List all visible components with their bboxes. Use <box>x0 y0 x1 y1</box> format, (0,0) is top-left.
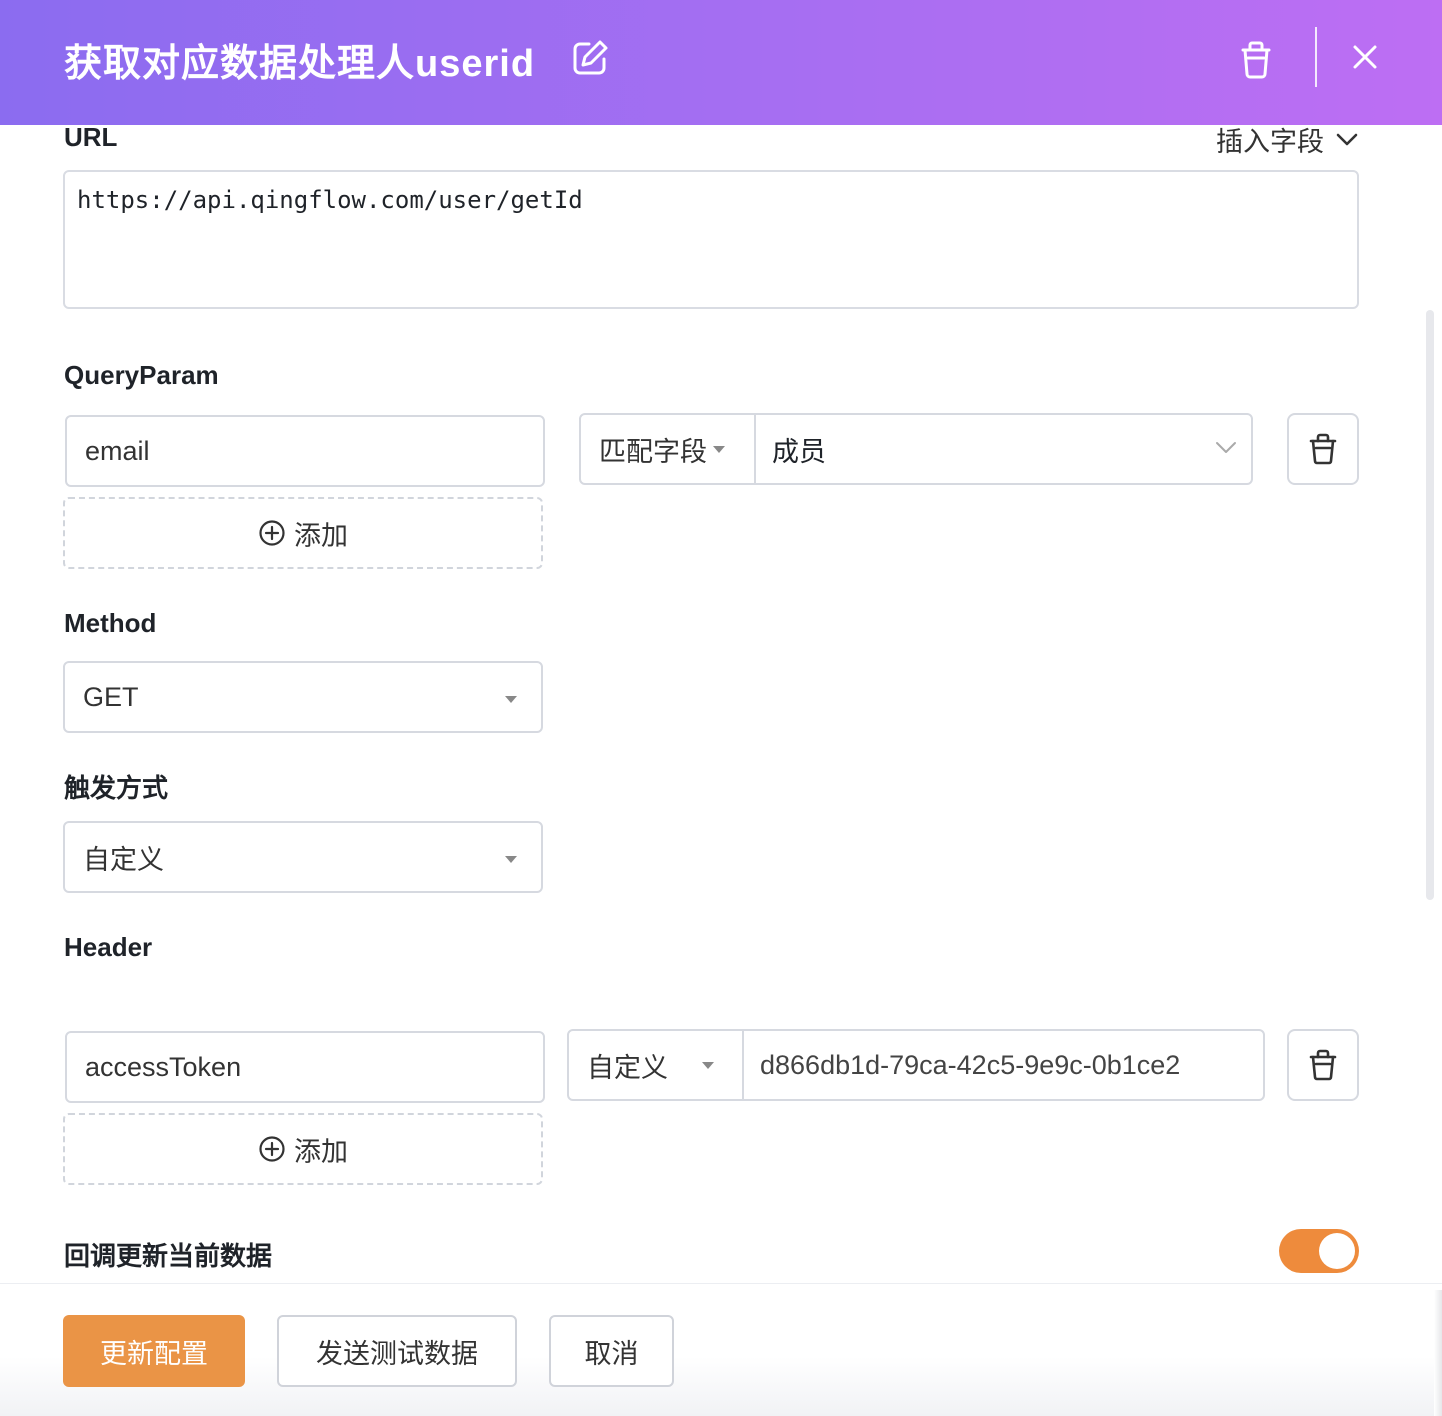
dialog-title: 获取对应数据处理人userid <box>64 43 536 85</box>
url-input[interactable]: https://api.qingflow.com/user/getId <box>63 170 1359 309</box>
plus-circle-icon <box>259 520 285 546</box>
header-value-type-select[interactable]: 自定义 <box>569 1031 744 1099</box>
method-value: GET <box>83 681 139 712</box>
insert-field-label: 插入字段 <box>1216 127 1324 157</box>
edit-icon[interactable] <box>570 38 610 78</box>
header-key-input[interactable]: accessToken <box>65 1031 545 1103</box>
query-key-input[interactable]: email <box>65 415 545 487</box>
callback-toggle[interactable] <box>1279 1229 1359 1273</box>
caret-down-icon <box>505 856 517 863</box>
header-divider <box>1315 27 1317 87</box>
plus-circle-icon <box>259 1136 285 1162</box>
insert-field-dropdown[interactable]: 插入字段 <box>1216 120 1358 159</box>
caret-down-icon <box>702 1061 714 1069</box>
header-value-type-label: 自定义 <box>587 1052 668 1083</box>
chevron-down-icon <box>1336 133 1358 145</box>
match-value-label: 成员 <box>772 436 826 467</box>
toggle-knob <box>1319 1233 1355 1269</box>
update-config-button[interactable]: 更新配置 <box>63 1315 245 1387</box>
add-header-label: 添加 <box>294 1136 348 1167</box>
caret-down-icon <box>713 445 725 453</box>
query-value-combo: 匹配字段 成员 <box>579 413 1253 485</box>
method-label: Method <box>64 608 157 638</box>
match-type-label: 匹配字段 <box>599 436 707 467</box>
match-value-select[interactable]: 成员 <box>756 415 1251 483</box>
caret-down-icon <box>505 696 517 703</box>
method-select[interactable]: GET <box>63 661 543 733</box>
match-type-select[interactable]: 匹配字段 <box>581 415 756 483</box>
cancel-button[interactable]: 取消 <box>549 1315 674 1387</box>
header-value-combo: 自定义 d866db1d-79ca-42c5-9e9c-0b1ce2 <box>567 1029 1265 1101</box>
trigger-label: 触发方式 <box>64 773 169 803</box>
trigger-select[interactable]: 自定义 <box>63 821 543 893</box>
trigger-value: 自定义 <box>83 844 164 875</box>
queryparam-label: QueryParam <box>64 360 219 390</box>
delete-header-button[interactable] <box>1287 1029 1359 1101</box>
add-query-button[interactable]: 添加 <box>63 497 543 569</box>
window-edge <box>1434 1290 1442 1416</box>
send-test-data-button[interactable]: 发送测试数据 <box>277 1315 517 1387</box>
scrollbar[interactable] <box>1426 310 1434 900</box>
url-label: URL <box>64 122 118 152</box>
add-header-button[interactable]: 添加 <box>63 1113 543 1185</box>
delete-query-button[interactable] <box>1287 413 1359 485</box>
trash-icon[interactable] <box>1236 38 1276 80</box>
chevron-down-icon <box>1216 442 1236 453</box>
header-label: Header <box>64 932 153 962</box>
trash-icon <box>1309 1049 1337 1081</box>
close-icon[interactable] <box>1349 41 1381 73</box>
callback-label: 回调更新当前数据 <box>64 1241 273 1271</box>
add-query-label: 添加 <box>294 520 348 551</box>
trash-icon <box>1309 433 1337 465</box>
dialog-header: 获取对应数据处理人userid <box>0 0 1442 125</box>
header-value-input[interactable]: d866db1d-79ca-42c5-9e9c-0b1ce2 <box>744 1031 1263 1099</box>
